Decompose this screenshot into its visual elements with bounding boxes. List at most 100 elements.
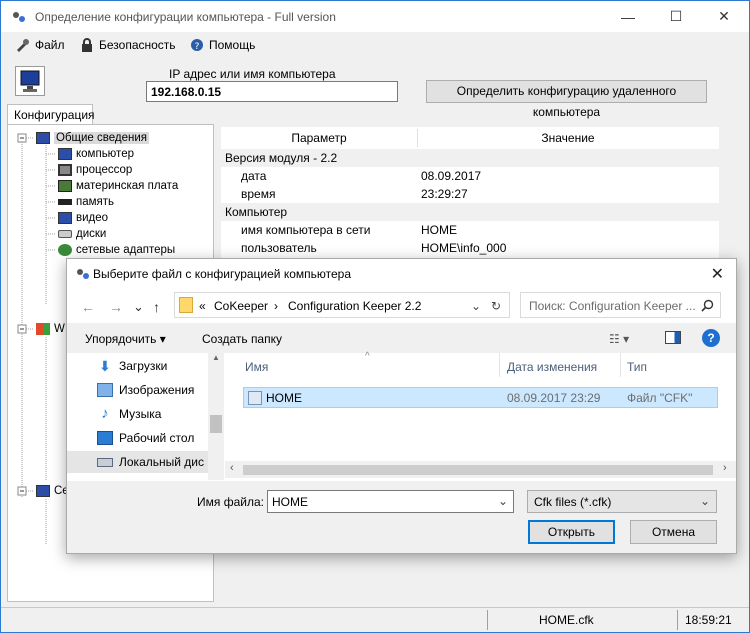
hscroll-thumb[interactable] (243, 465, 713, 475)
back-arrow-icon[interactable]: ← (81, 299, 95, 315)
grid-value-time: 23:29:27 (421, 187, 468, 201)
filetype-select[interactable]: Cfk files (*.cfk) ⌄ (527, 490, 717, 513)
ip-input[interactable]: 192.168.0.15 (146, 81, 398, 102)
motherboard-icon (58, 180, 72, 192)
tree-item-motherboard[interactable]: материнская плата (58, 178, 178, 194)
breadcrumb-separator: › (274, 299, 278, 313)
sort-up-icon: ^ (365, 351, 370, 362)
grid-param-date: дата (241, 169, 267, 183)
scroll-thumb[interactable] (210, 415, 222, 433)
file-row[interactable]: HOME 08.09.2017 23:29 Файл "CFK" (243, 387, 718, 408)
status-bar: HOME.cfk 18:59:21 (1, 607, 749, 632)
tree-item-windows[interactable]: W (36, 321, 65, 337)
organize-button[interactable]: Упорядочить ▾ (85, 332, 166, 346)
computer-icon (20, 70, 40, 92)
menu-help[interactable]: ? Помощь (189, 38, 255, 52)
filename-input[interactable]: HOME ⌄ (267, 490, 514, 513)
chevron-down-icon: ⌄ (699, 494, 710, 508)
menu-file-label: Файл (35, 38, 65, 52)
open-button[interactable]: Открыть (528, 520, 615, 544)
filename-label: Имя файла: (197, 495, 264, 509)
scroll-right-icon[interactable]: › (723, 462, 727, 474)
tree-item-label: память (76, 196, 115, 208)
computer-icon (58, 148, 72, 160)
breadcrumb-cokeeper[interactable]: CoKeeper (214, 299, 268, 313)
remote-config-button[interactable]: Определить конфигурацию удаленного компь… (426, 80, 707, 119)
nav-item-downloads[interactable]: ⬇ Загрузки (97, 355, 167, 377)
grid-param-time: время (241, 187, 276, 201)
tree-item-label: W (54, 323, 65, 335)
navigation-pane[interactable]: ⬇ Загрузки Изображения ♪ Музыка Рабочий … (67, 353, 224, 480)
nav-item-label: Локальный дис (119, 455, 204, 469)
minimize-button[interactable]: — (605, 1, 651, 32)
help-icon[interactable]: ? (702, 329, 720, 347)
cancel-button[interactable]: Отмена (630, 520, 717, 544)
grid-value-netname: HOME (421, 223, 457, 237)
close-button[interactable]: ✕ (701, 1, 747, 32)
up-arrow-icon[interactable]: ↑ (153, 299, 160, 315)
file-date: 08.09.2017 23:29 (507, 391, 601, 405)
nav-item-desktop[interactable]: Рабочий стол (97, 427, 194, 449)
nav-scrollbar[interactable]: ▲ (208, 353, 224, 480)
menu-file[interactable]: Файл (15, 38, 65, 52)
preview-pane-icon[interactable] (665, 331, 681, 344)
column-name[interactable]: Имя (245, 360, 268, 374)
windows-icon (36, 323, 50, 335)
tree-item-computer[interactable]: компьютер (58, 146, 134, 162)
refresh-icon[interactable]: ↻ (491, 299, 501, 313)
desktop-icon (97, 431, 113, 445)
search-input[interactable]: Поиск: Configuration Keeper ... (520, 292, 721, 318)
folder-icon (179, 297, 193, 313)
tree-item-network-group[interactable]: Се (36, 483, 69, 499)
computer-icon (36, 485, 50, 497)
tree-item-disks[interactable]: диски (58, 226, 106, 242)
memory-icon (58, 199, 72, 205)
maximize-button[interactable]: ☐ (653, 1, 699, 32)
grid-group-computer: Компьютер (221, 203, 719, 221)
scroll-left-icon[interactable]: ‹ (230, 462, 234, 474)
scroll-up-icon[interactable]: ▲ (212, 353, 220, 362)
nav-item-label: Загрузки (119, 359, 168, 373)
column-date[interactable]: Дата изменения (507, 360, 597, 374)
menu-security[interactable]: Безопасность (79, 38, 176, 52)
forward-arrow-icon[interactable]: → (109, 299, 123, 315)
recent-dropdown-icon[interactable]: ⌄ (133, 299, 144, 315)
nav-item-local-disk[interactable]: Локальный дис (67, 451, 208, 473)
nav-item-pictures[interactable]: Изображения (97, 379, 194, 401)
grid-header-value: Значение (541, 131, 595, 145)
new-folder-button[interactable]: Создать папку (202, 332, 282, 346)
grid-value-user: HOME\info_000 (421, 241, 507, 255)
tree-item-general[interactable]: Общие сведения (36, 130, 149, 146)
tree-item-network[interactable]: сетевые адаптеры (58, 242, 175, 258)
filename-value: HOME (272, 495, 308, 509)
files-hscrollbar[interactable]: ‹ › (225, 461, 736, 478)
search-placeholder: Поиск: Configuration Keeper ... (529, 299, 696, 313)
tree-item-memory[interactable]: память (58, 194, 114, 210)
cpu-icon (58, 164, 72, 176)
breadcrumb-configuration-keeper[interactable]: Configuration Keeper 2.2 (288, 299, 421, 313)
column-type[interactable]: Тип (627, 360, 647, 374)
help-icon: ? (191, 39, 203, 52)
local-computer-button[interactable] (15, 66, 45, 96)
tree-item-label: процессор (76, 164, 133, 176)
tree-item-label: компьютер (76, 148, 134, 160)
tab-configuration[interactable]: Конфигурация (7, 104, 95, 125)
network-icon (58, 244, 72, 256)
dialog-close-button[interactable]: ✕ (711, 264, 724, 284)
tree-item-video[interactable]: видео (58, 210, 108, 226)
tree-item-cpu[interactable]: процессор (58, 162, 132, 178)
video-icon (58, 212, 72, 224)
chevron-down-icon[interactable]: ⌄ (498, 494, 508, 508)
dialog-title: Выберите файл с конфигурацией компьютера (93, 267, 352, 281)
ip-label: IP адрес или имя компьютера (169, 67, 336, 81)
tree-item-label: Общие сведения (54, 132, 149, 144)
lock-icon (82, 38, 92, 52)
menu-security-label: Безопасность (99, 38, 176, 52)
chevron-down-icon[interactable]: ⌄ (471, 299, 481, 313)
view-options-icon[interactable]: ☷ ▾ (609, 332, 629, 346)
nav-item-music[interactable]: ♪ Музыка (97, 403, 161, 425)
minimize-icon: — (621, 8, 635, 25)
dropdown-arrow-icon: ▾ (159, 332, 166, 346)
app-icon (13, 12, 25, 22)
address-bar[interactable]: « CoKeeper › Configuration Keeper 2.2 ⌄ … (174, 292, 510, 318)
